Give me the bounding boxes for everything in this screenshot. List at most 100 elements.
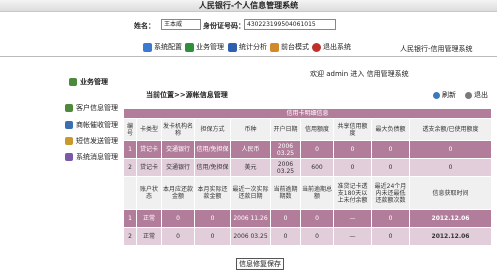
header-cell: 信息获取时间 (408, 176, 493, 210)
table-cell: 正常 (136, 209, 162, 228)
table-header-row: 编号 卡类型 发卡机构名称 担保方式 币种 开户日期 信用额度 共享信用额度 最… (123, 118, 493, 141)
header-cell: 本月实际还款金额 (194, 176, 231, 210)
table-cell: 2012.12.06 (408, 209, 493, 228)
table-cell: 0 (408, 140, 493, 159)
back-icon (465, 91, 472, 99)
table-row[interactable]: 1 正常 0 0 2006 11.26 0 0 — 0 2012.12.06 (123, 209, 493, 228)
table-cell: — (333, 209, 372, 228)
table-cell: 0 (194, 209, 231, 228)
table-cell: 0 (371, 227, 410, 246)
table-header-row: 账户状态 本月应还款金额 本月实际还款金额 最近一次实际还款日期 当前逾期期数 … (123, 176, 493, 210)
chart-icon (228, 42, 237, 52)
table-cell: 0 (333, 158, 372, 177)
save-repair-button[interactable]: 信息修复保存 (236, 258, 284, 270)
table-cell: 贷记卡 (136, 140, 162, 159)
table-cell: 0 (300, 209, 334, 228)
header-cell (123, 176, 137, 210)
statistics-label: 统计分析 (239, 43, 267, 51)
table-cell: 交通银行 (161, 140, 195, 159)
table-cell: 0 (270, 227, 301, 246)
header-cell: 开户日期 (270, 118, 301, 141)
folder-icon (69, 78, 77, 86)
sidebar-title-label: 业务管理 (80, 78, 108, 86)
back-label: 退出 (474, 91, 488, 99)
table-cell: 0 (194, 227, 231, 246)
system-config-button[interactable]: 系统配置 (143, 42, 182, 52)
table-cell: 0 (300, 140, 334, 159)
power-icon (312, 42, 321, 52)
header-cell: 本月应还款金额 (161, 176, 195, 210)
exit-system-button[interactable]: 退出系统 (312, 42, 351, 52)
breadcrumb: 当前位置>>源帐信息管理 (146, 91, 228, 99)
table-row[interactable]: 1 贷记卡 交通银行 信用/免担保 人民币 2006 03.25 0 0 0 0 (123, 140, 493, 159)
table-cell: — (333, 227, 372, 246)
name-label: 姓名： (134, 22, 155, 30)
table-cell: 0 (300, 227, 334, 246)
table-cell: 0 (371, 140, 410, 159)
document-icon (65, 121, 73, 129)
id-label: 身份证号码： (203, 22, 245, 30)
table-cell: 交通银行 (161, 158, 195, 177)
table-row[interactable]: 2 正常 0 0 2006 03.25 0 0 — 0 2012.12.06 (123, 227, 493, 246)
sidebar-title: 业务管理 (69, 77, 108, 87)
table-cell: 1 (123, 209, 137, 228)
message-icon (65, 137, 73, 145)
sidebar-item-label: 系统消息管理 (76, 153, 118, 161)
system-config-label: 系统配置 (154, 43, 182, 51)
sidebar-item-sms[interactable]: 短信发送管理 (65, 136, 118, 146)
bell-icon (65, 153, 73, 161)
table-cell: 0 (333, 140, 372, 159)
business-manage-button[interactable]: 业务管理 (185, 42, 224, 52)
table-cell: 美元 (230, 158, 271, 177)
table-cell: 2 (123, 227, 137, 246)
sidebar-item-collection[interactable]: 商帐催收管理 (65, 120, 118, 130)
sidebar-item-label: 客户信息管理 (76, 104, 118, 112)
table-cell: 人民币 (230, 140, 271, 159)
header-cell: 编号 (123, 118, 137, 141)
app-title: 人民银行-个人信息管理系统 (0, 0, 497, 12)
front-mode-button[interactable]: 前台模式 (270, 42, 309, 52)
header-cell: 准贷记卡透支180天以上未付余额 (333, 176, 372, 210)
table-cell: 2 (123, 158, 137, 177)
header-cell: 最大负债额 (371, 118, 410, 141)
toolbar-divider (0, 56, 497, 57)
table-cell: 信用/免担保 (194, 140, 231, 159)
header-cell: 币种 (230, 118, 271, 141)
table-row[interactable]: 2 贷记卡 交通银行 信用/免担保 美元 2006 03.25 600 0 0 … (123, 158, 493, 177)
table-cell: 0 (270, 209, 301, 228)
sidebar-item-label: 短信发送管理 (76, 137, 118, 145)
header-cell: 共享信用额度 (333, 118, 372, 141)
header-cell: 账户状态 (136, 176, 162, 210)
header-cell: 信用额度 (300, 118, 334, 141)
header-cell: 卡类型 (136, 118, 162, 141)
sidebar-item-customer-info[interactable]: 客户信息管理 (65, 103, 118, 113)
refresh-button[interactable]: 刷新 (433, 90, 456, 100)
header-cell: 当前逾期期数 (270, 176, 301, 210)
table-cell: 2006 03.25 (270, 158, 301, 177)
table-cell: 贷记卡 (136, 158, 162, 177)
credit-card-table: 信用卡明细信息 编号 卡类型 发卡机构名称 担保方式 币种 开户日期 信用额度 … (122, 108, 493, 246)
id-number-field[interactable]: 430223199504061015 (244, 19, 336, 30)
header-cell: 最近一次实际还款日期 (230, 176, 271, 210)
table-cell: 2006 03.25 (270, 140, 301, 159)
sidebar-item-system-message[interactable]: 系统消息管理 (65, 152, 118, 162)
name-field[interactable]: 王本威 (161, 19, 201, 30)
sidebar-item-label: 商帐催收管理 (76, 121, 118, 129)
table-cell: 0 (371, 209, 410, 228)
table-cell: 0 (161, 227, 195, 246)
statistics-button[interactable]: 统计分析 (228, 42, 267, 52)
briefcase-icon (185, 42, 194, 52)
header-cell: 发卡机构名称 (161, 118, 195, 141)
business-manage-label: 业务管理 (196, 43, 224, 51)
table-cell: 600 (300, 158, 334, 177)
system-name: 人民银行-信用管理系统 (400, 45, 473, 53)
refresh-icon (433, 91, 440, 99)
table-cell: 2012.12.06 (408, 227, 493, 246)
back-button[interactable]: 退出 (465, 90, 488, 100)
table-cell: 0 (161, 209, 195, 228)
header-cell: 最近24个月内未还最低还款额次数 (371, 176, 410, 210)
refresh-label: 刷新 (442, 91, 456, 99)
table-title: 信用卡明细信息 (122, 108, 493, 119)
header-cell: 担保方式 (194, 118, 231, 141)
table-cell: 0 (408, 158, 493, 177)
